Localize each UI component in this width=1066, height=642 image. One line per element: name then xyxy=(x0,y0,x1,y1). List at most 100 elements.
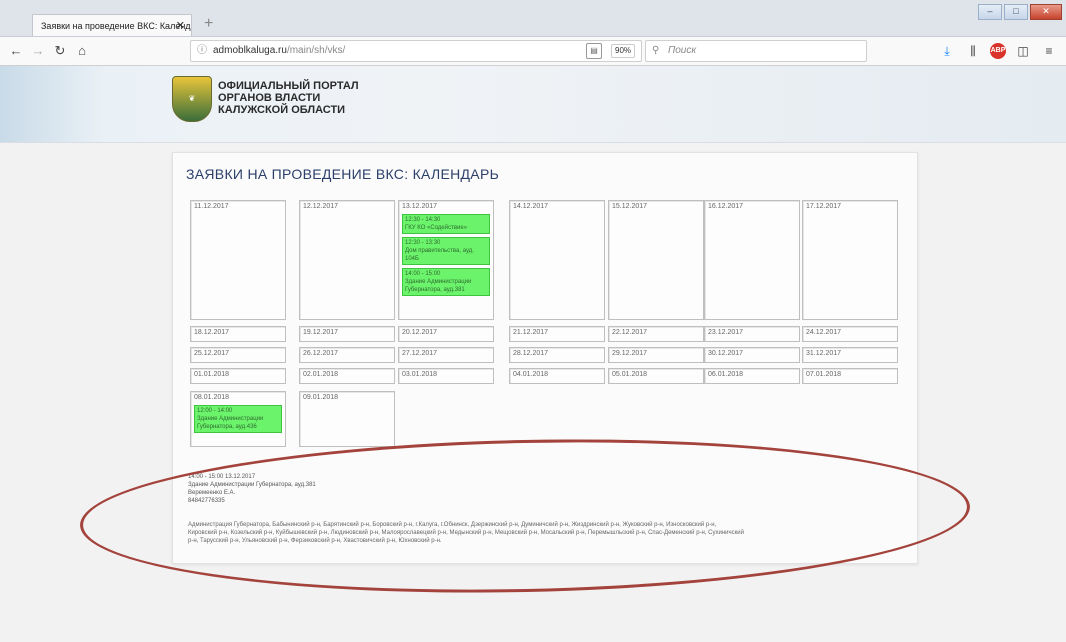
day-cell[interactable]: 21.12.2017 xyxy=(509,326,605,342)
new-tab-button[interactable]: + xyxy=(204,14,213,34)
download-icon[interactable]: ⤓ xyxy=(938,41,956,61)
event-block[interactable]: 12:00 - 14:00 Здание Администрации Губер… xyxy=(194,405,282,433)
back-arrow-icon[interactable]: ← xyxy=(6,41,26,61)
day-cell[interactable]: 31.12.2017 xyxy=(802,347,898,363)
day-cell[interactable]: 17.12.2017 xyxy=(802,200,898,320)
day-date: 26.12.2017 xyxy=(303,350,339,357)
sidebar-icon[interactable]: ◫ xyxy=(1014,41,1032,61)
day-cell[interactable]: 23.12.2017 xyxy=(704,326,800,342)
address-bar[interactable]: ⓘ admoblkaluga.ru/main/sh/vks/ ▤ 90% ···… xyxy=(190,40,673,97)
reload-icon[interactable]: ↻ xyxy=(50,41,70,61)
library-icon[interactable]: ⫼ xyxy=(964,41,982,61)
portal-title[interactable]: ОФИЦИАЛЬНЫЙ ПОРТАЛ ОРГАНОВ ВЛАСТИ КАЛУЖС… xyxy=(218,80,418,116)
day-cell[interactable]: 01.01.2018 xyxy=(190,368,286,384)
day-cell[interactable]: 26.12.2017 xyxy=(299,347,395,363)
event-block[interactable]: 12:30 - 13:30 Дом правительства, ауд. 10… xyxy=(402,237,490,265)
day-cell[interactable]: 13.12.2017 12:30 - 14:30 ГКУ КО «Содейст… xyxy=(398,200,494,320)
maximize-button[interactable]: □ xyxy=(1004,4,1028,20)
day-date: 19.12.2017 xyxy=(303,329,339,336)
day-date: 11.12.2017 xyxy=(194,203,229,210)
event-place: Губернатора, ауд.381 xyxy=(405,287,465,293)
coat-of-arms-icon[interactable]: ❦ xyxy=(172,76,212,122)
day-cell[interactable]: 12.12.2017 xyxy=(299,200,395,320)
search-input[interactable]: ⚲ Поиск xyxy=(645,40,867,62)
day-cell[interactable]: 24.12.2017 xyxy=(802,326,898,342)
day-date: 08.01.2018 xyxy=(194,394,230,401)
info-icon[interactable]: ⓘ xyxy=(197,41,207,61)
day-date: 13.12.2017 xyxy=(402,203,438,210)
day-cell[interactable]: 06.01.2018 xyxy=(704,368,800,384)
browser-tab[interactable]: Заявки на проведение ВКС: Календ ✕ xyxy=(32,14,192,36)
day-date: 07.01.2018 xyxy=(806,371,842,378)
event-block[interactable]: 14:00 - 15:00 Здание Администрации Губер… xyxy=(402,268,490,296)
day-cell[interactable]: 18.12.2017 xyxy=(190,326,286,342)
minimize-button[interactable]: – xyxy=(978,4,1002,20)
day-date: 29.12.2017 xyxy=(612,350,648,357)
day-cell[interactable]: 29.12.2017 xyxy=(608,347,704,363)
day-date: 25.12.2017 xyxy=(194,350,230,357)
day-cell[interactable]: 19.12.2017 xyxy=(299,326,395,342)
event-place: 104Б xyxy=(405,256,419,262)
day-cell[interactable]: 15.12.2017 xyxy=(608,200,704,320)
day-cell[interactable]: 05.01.2018 xyxy=(608,368,704,384)
day-cell[interactable]: 22.12.2017 xyxy=(608,326,704,342)
home-icon[interactable]: ⌂ xyxy=(72,41,92,61)
day-date: 02.01.2018 xyxy=(303,371,339,378)
day-cell[interactable]: 27.12.2017 xyxy=(398,347,494,363)
event-details: 14:00 - 15:00 13.12.2017 Здание Админист… xyxy=(188,473,316,505)
day-cell[interactable]: 04.01.2018 xyxy=(509,368,605,384)
adblock-icon[interactable]: ABP xyxy=(990,43,1006,59)
window-controls: – □ ✕ xyxy=(978,4,1062,20)
details-contact: Веремеенко Е.А. xyxy=(188,490,236,496)
event-time: 14:00 - 15:00 xyxy=(405,271,441,277)
day-cell[interactable]: 03.01.2018 xyxy=(398,368,494,384)
event-place: Губернатора, ауд.436 xyxy=(197,424,257,430)
day-date: 03.01.2018 xyxy=(402,371,438,378)
search-placeholder: Поиск xyxy=(668,45,697,56)
day-date: 06.01.2018 xyxy=(708,371,744,378)
site-header: ❦ ОФИЦИАЛЬНЫЙ ПОРТАЛ ОРГАНОВ ВЛАСТИ КАЛУ… xyxy=(0,66,1066,143)
content-card: ЗАЯВКИ НА ПРОВЕДЕНИЕ ВКС: КАЛЕНДАРЬ 11.1… xyxy=(172,152,918,564)
day-date: 17.12.2017 xyxy=(806,203,842,210)
event-place: ГКУ КО «Содействие» xyxy=(405,225,468,231)
event-time: 12:30 - 14:30 xyxy=(405,217,441,223)
day-date: 31.12.2017 xyxy=(806,350,842,357)
day-date: 21.12.2017 xyxy=(513,329,549,336)
zoom-level[interactable]: 90% xyxy=(611,44,636,58)
participants-line: р-н, Тарусский р-н, Ульяновский р-н, Фер… xyxy=(188,538,442,544)
day-date: 14.12.2017 xyxy=(513,203,549,210)
url-text: admoblkaluga.ru/main/sh/vks/ xyxy=(213,41,345,61)
day-date: 20.12.2017 xyxy=(402,329,438,336)
search-icon: ⚲ xyxy=(652,45,660,56)
day-date: 05.01.2018 xyxy=(612,371,648,378)
day-cell[interactable]: 11.12.2017 xyxy=(190,200,286,320)
day-date: 27.12.2017 xyxy=(402,350,438,357)
day-date: 12.12.2017 xyxy=(303,203,339,210)
day-cell[interactable]: 25.12.2017 xyxy=(190,347,286,363)
day-cell[interactable]: 09.01.2018 xyxy=(299,391,395,447)
day-cell[interactable]: 20.12.2017 xyxy=(398,326,494,342)
details-phone: 84842776335 xyxy=(188,498,225,504)
day-cell[interactable]: 16.12.2017 xyxy=(704,200,800,320)
day-date: 09.01.2018 xyxy=(303,394,339,401)
day-date: 16.12.2017 xyxy=(708,203,744,210)
close-window-button[interactable]: ✕ xyxy=(1030,4,1062,20)
day-cell[interactable]: 28.12.2017 xyxy=(509,347,605,363)
event-time: 12:00 - 14:00 xyxy=(197,408,233,414)
browser-nav-bar: ← → ↻ ⌂ ⓘ admoblkaluga.ru/main/sh/vks/ ▤… xyxy=(0,37,1066,97)
event-place: Здание Администрации xyxy=(197,416,264,422)
day-date: 24.12.2017 xyxy=(806,329,842,336)
toolbar: ⤓ ⫼ ABP ◫ ≡ xyxy=(938,41,1058,61)
event-block[interactable]: 12:30 - 14:30 ГКУ КО «Содействие» xyxy=(402,214,490,234)
day-cell[interactable]: 08.01.2018 12:00 - 14:00 Здание Админист… xyxy=(190,391,286,447)
day-cell[interactable]: 30.12.2017 xyxy=(704,347,800,363)
reader-view-icon[interactable]: ▤ xyxy=(586,43,602,59)
day-cell[interactable]: 02.01.2018 xyxy=(299,368,395,384)
tab-close-icon[interactable]: ✕ xyxy=(176,15,185,36)
day-cell[interactable]: 07.01.2018 xyxy=(802,368,898,384)
forward-arrow-icon[interactable]: → xyxy=(28,41,48,61)
hamburger-menu-icon[interactable]: ≡ xyxy=(1040,41,1058,61)
url-path: /main/sh/vks/ xyxy=(286,45,346,56)
portal-title-line: ОРГАНОВ ВЛАСТИ xyxy=(218,92,321,104)
day-cell[interactable]: 14.12.2017 xyxy=(509,200,605,320)
